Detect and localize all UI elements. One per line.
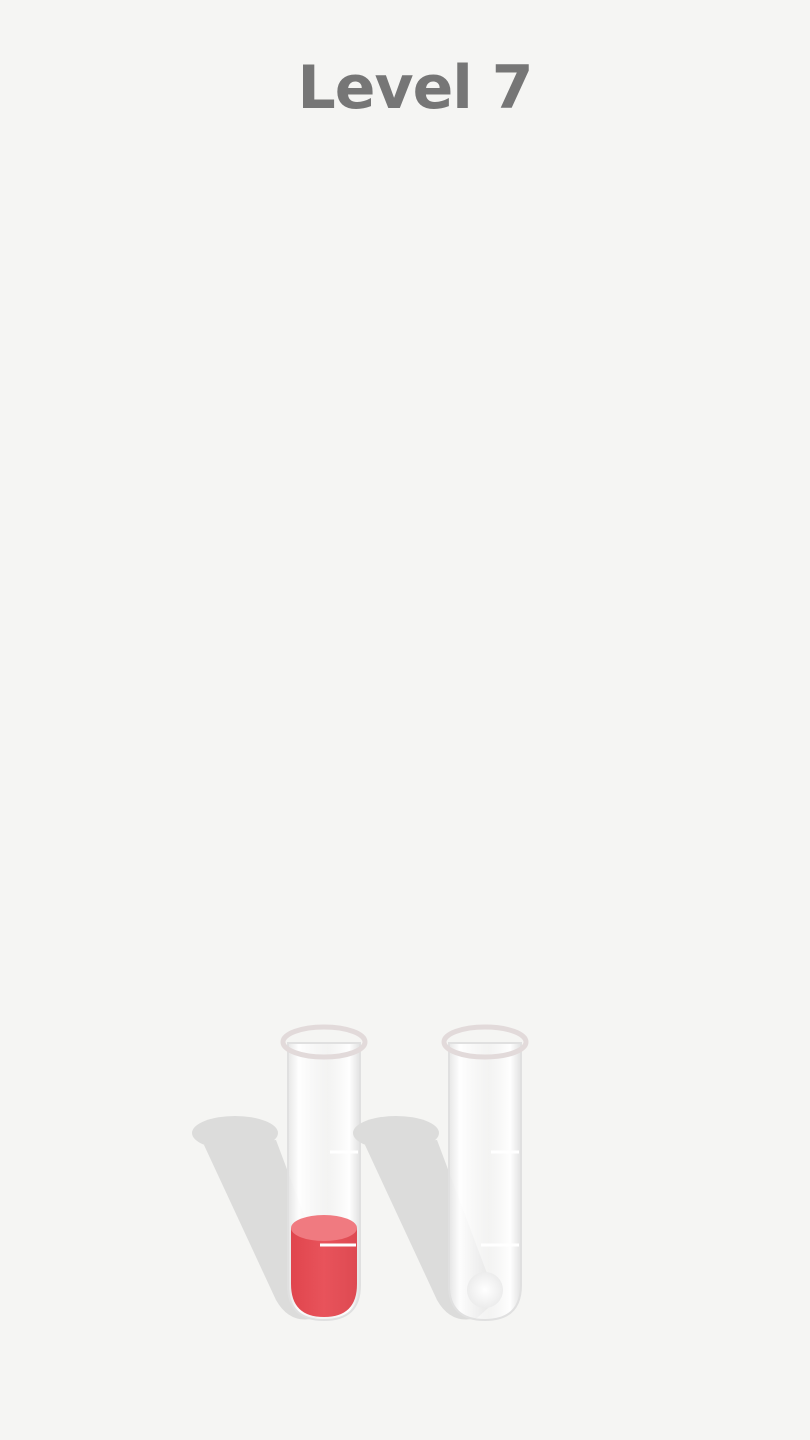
tube-1-liquid-red <box>291 1215 357 1317</box>
game-board <box>192 1024 529 1322</box>
test-tube-1[interactable] <box>192 1024 368 1322</box>
game-screen: Level 7 <box>0 0 810 1440</box>
test-tube-2[interactable] <box>353 1024 529 1322</box>
